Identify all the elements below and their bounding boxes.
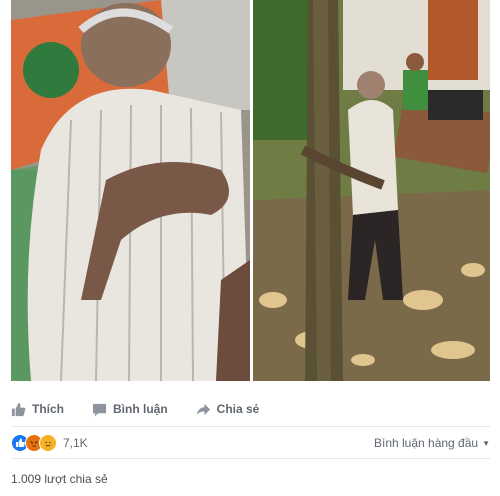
post-photos xyxy=(11,0,490,381)
photo-elderly-man-tied-to-tree[interactable] xyxy=(253,0,490,381)
comment-button[interactable]: Bình luận xyxy=(92,402,168,417)
reaction-count: 7,1K xyxy=(63,436,88,450)
share-arrow-icon xyxy=(196,403,210,415)
comment-sort-label: Bình luận hàng đầu xyxy=(373,436,479,450)
share-count-link[interactable]: 1.009 lượt chia sẻ xyxy=(11,472,108,486)
like-label: Thích xyxy=(32,402,64,416)
sad-icon xyxy=(39,434,57,452)
chevron-down-icon: ▼ xyxy=(482,438,490,448)
photo-right-image xyxy=(253,0,490,381)
reactions-group[interactable]: 7,1K xyxy=(11,434,88,452)
comment-sort-dropdown[interactable]: Bình luận hàng đầu ▼ xyxy=(374,436,490,450)
reaction-summary: 7,1K Bình luận hàng đầu ▼ xyxy=(11,430,490,456)
share-button[interactable]: Chia sẻ xyxy=(196,402,260,417)
comment-icon xyxy=(92,403,107,416)
photo-left-image xyxy=(11,0,250,381)
share-count-label: 1.009 lượt chia sẻ xyxy=(11,472,108,486)
post-action-bar: Thích Bình luận Chia sẻ xyxy=(11,392,490,427)
share-label: Chia sẻ xyxy=(216,402,260,416)
section-divider xyxy=(11,458,490,459)
like-button[interactable]: Thích xyxy=(11,402,64,417)
photo-elderly-man-lying[interactable] xyxy=(11,0,250,381)
thumbs-up-icon xyxy=(11,402,26,416)
comment-label: Bình luận xyxy=(113,402,168,416)
